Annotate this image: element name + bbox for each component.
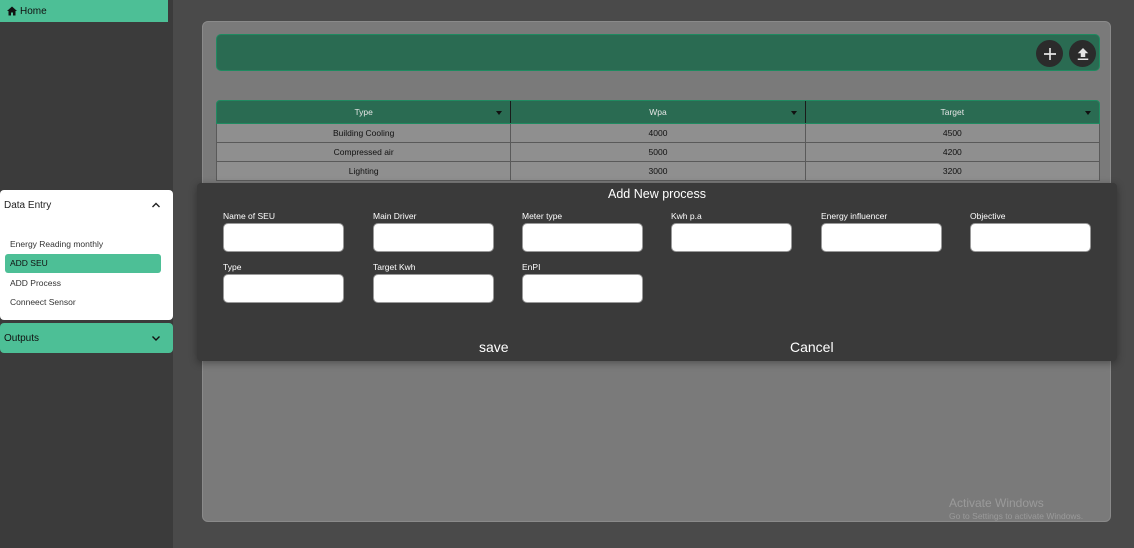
dialog-title: Add New process: [608, 187, 706, 201]
column-header-label: Wpa: [649, 107, 667, 117]
data-entry-menu: Energy Reading monthly ADD SEU ADD Proce…: [5, 234, 161, 312]
field-energy-influencer: Energy influencer: [821, 210, 943, 252]
table-cell: 4500: [805, 124, 1100, 143]
table-row[interactable]: Lighting 3000 3200: [216, 162, 1100, 181]
seu-table: Type Wpa Target Building Cooling 4000 45…: [216, 100, 1100, 181]
field-label: Name of SEU: [223, 211, 275, 221]
field-label: Type: [223, 262, 242, 272]
field-target-kwh: Target Kwh: [373, 261, 495, 303]
table-row[interactable]: Compressed air 5000 4200: [216, 143, 1100, 162]
table-cell: 5000: [511, 143, 806, 162]
column-header-target[interactable]: Target: [806, 101, 1099, 123]
add-button[interactable]: [1036, 40, 1063, 67]
table-cell: 3200: [805, 162, 1100, 181]
sort-caret-icon[interactable]: [790, 111, 797, 115]
sort-caret-icon[interactable]: [496, 111, 503, 115]
menu-item-energy-reading-monthly[interactable]: Energy Reading monthly: [5, 234, 161, 254]
field-enpi: EnPI: [522, 261, 644, 303]
target-kwh-input[interactable]: [373, 274, 494, 303]
data-entry-header[interactable]: Data Entry: [0, 190, 173, 220]
field-meter-type: Meter type: [522, 210, 644, 252]
table-cell: 4000: [511, 124, 806, 143]
column-header-wpa[interactable]: Wpa: [511, 101, 806, 123]
objective-input[interactable]: [970, 223, 1091, 252]
enpi-input[interactable]: [522, 274, 643, 303]
upload-button[interactable]: [1069, 40, 1096, 67]
energy-influencer-input[interactable]: [821, 223, 942, 252]
field-label: Main Driver: [373, 211, 417, 221]
field-main-driver: Main Driver: [373, 210, 495, 252]
save-button[interactable]: save: [479, 339, 509, 355]
chevron-down-icon: [152, 336, 160, 341]
field-label: EnPI: [522, 262, 541, 272]
field-label: Energy influencer: [821, 211, 888, 221]
field-label: Target Kwh: [373, 262, 416, 272]
sidebar: Home Data Entry Energy Reading monthly A…: [0, 0, 173, 548]
field-objective: Objective: [970, 210, 1092, 252]
chevron-up-icon: [152, 202, 160, 208]
field-kwh-pa: Kwh p.a: [671, 210, 793, 252]
meter-type-input[interactable]: [522, 223, 643, 252]
main-driver-input[interactable]: [373, 223, 494, 252]
field-label: Meter type: [522, 211, 563, 221]
table-cell: 4200: [805, 143, 1100, 162]
menu-item-add-seu[interactable]: ADD SEU: [5, 253, 161, 273]
kwh-pa-input[interactable]: [671, 223, 792, 252]
outputs-title: Outputs: [4, 332, 40, 344]
type-input[interactable]: [223, 274, 344, 303]
home-button[interactable]: Home: [0, 0, 168, 22]
column-header-label: Type: [354, 107, 373, 117]
column-header-type[interactable]: Type: [217, 101, 512, 123]
add-process-dialog: Add New process Name of SEU Main Driver …: [197, 183, 1117, 361]
table-cell: Building Cooling: [216, 124, 512, 143]
plus-icon: [1043, 47, 1056, 60]
activate-windows-subtitle: Go to Settings to activate Windows.: [949, 511, 1084, 521]
table-cell: Compressed air: [216, 143, 512, 162]
data-entry-title: Data Entry: [4, 199, 52, 211]
column-header-label: Target: [940, 107, 965, 117]
table-header: Type Wpa Target: [216, 100, 1100, 124]
menu-item-add-process[interactable]: ADD Process: [5, 273, 161, 293]
table-cell: 3000: [511, 162, 806, 181]
outputs-panel-header[interactable]: Outputs: [0, 323, 173, 353]
field-label: Objective: [970, 211, 1006, 221]
menu-item-connect-sensor[interactable]: Conneect Sensor: [5, 293, 161, 313]
name-of-seu-input[interactable]: [223, 223, 344, 252]
field-label: Kwh p.a: [671, 211, 702, 221]
table-row[interactable]: Building Cooling 4000 4500: [216, 124, 1100, 143]
upload-icon: [1077, 47, 1088, 60]
home-label: Home: [20, 5, 47, 17]
activate-windows-title: Activate Windows: [949, 496, 1044, 510]
toolbar: [216, 34, 1100, 71]
sort-caret-icon[interactable]: [1084, 111, 1091, 115]
field-type: Type: [223, 261, 345, 303]
field-name-of-seu: Name of SEU: [223, 210, 345, 252]
data-entry-panel: Data Entry Energy Reading monthly ADD SE…: [0, 190, 173, 320]
home-icon: [7, 6, 17, 16]
table-cell: Lighting: [216, 162, 512, 181]
cancel-button[interactable]: Cancel: [790, 339, 834, 355]
